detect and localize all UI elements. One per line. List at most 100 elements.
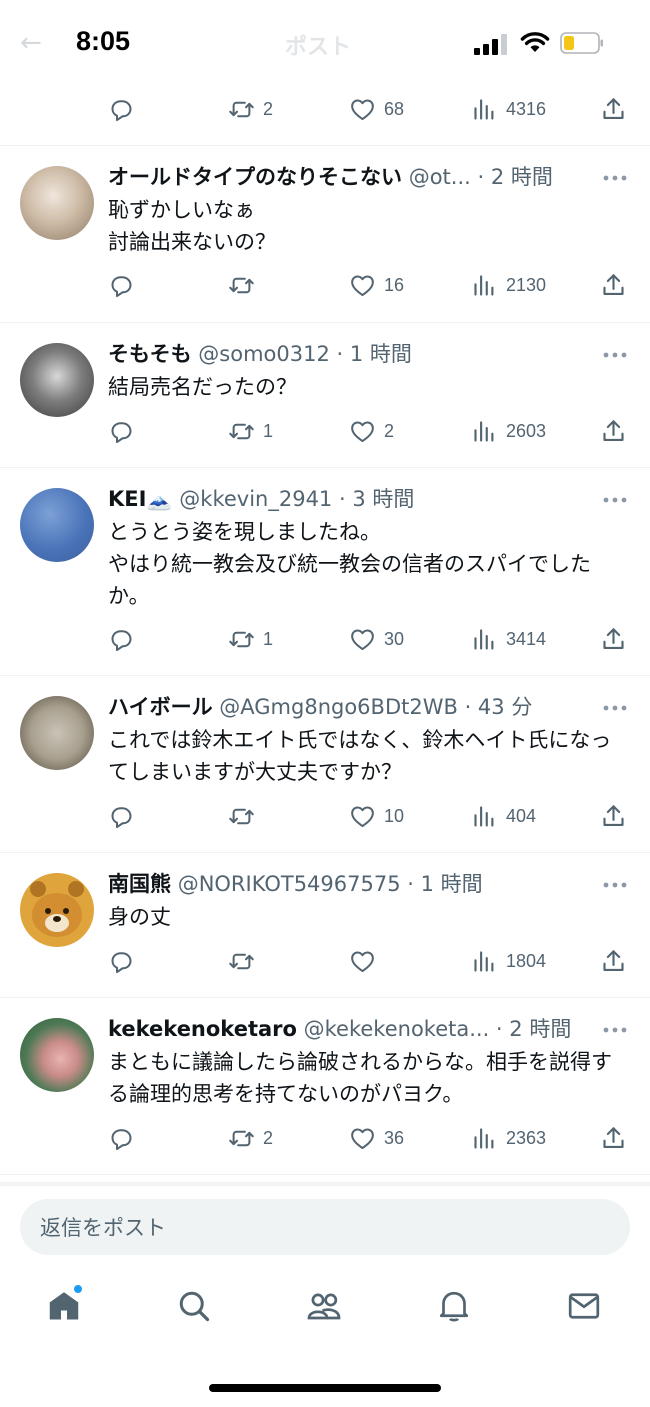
- views-button[interactable]: 3414: [471, 624, 546, 654]
- views-button[interactable]: 4316: [471, 94, 546, 124]
- views-button[interactable]: 2130: [471, 270, 546, 300]
- repost-count: 2: [263, 98, 274, 119]
- share-button[interactable]: [600, 946, 627, 976]
- repost-button[interactable]: 1: [228, 624, 273, 654]
- repost-button[interactable]: [228, 801, 263, 831]
- share-button[interactable]: [600, 1123, 627, 1153]
- like-button[interactable]: [349, 946, 384, 976]
- heart-icon: [349, 418, 376, 445]
- share-button[interactable]: [600, 270, 627, 300]
- avatar[interactable]: [20, 873, 94, 947]
- like-button[interactable]: 30: [349, 624, 404, 654]
- repost-button[interactable]: [228, 946, 263, 976]
- heart-icon: [349, 1125, 376, 1152]
- like-count: 30: [384, 628, 405, 649]
- reply-button[interactable]: [108, 624, 135, 654]
- views-button[interactable]: 2603: [471, 416, 546, 446]
- reply-button[interactable]: [108, 416, 135, 446]
- more-options-icon[interactable]: [602, 1025, 628, 1035]
- avatar[interactable]: [20, 166, 94, 240]
- share-button[interactable]: [600, 801, 627, 831]
- like-button[interactable]: 36: [349, 1123, 404, 1153]
- share-button[interactable]: [600, 94, 627, 124]
- reply-icon: [108, 272, 135, 299]
- like-button[interactable]: 68: [349, 94, 404, 124]
- repost-icon: [228, 272, 255, 299]
- share-button[interactable]: [600, 624, 627, 654]
- reply-tweet[interactable]: KEI🗻 @kkevin_2941 · 3 時間 とうとう姿を現しましたね。 や…: [0, 468, 650, 676]
- avatar[interactable]: [20, 343, 94, 417]
- views-button[interactable]: 404: [471, 801, 536, 831]
- share-icon: [600, 418, 627, 445]
- avatar[interactable]: [20, 488, 94, 562]
- more-options-icon[interactable]: [602, 880, 628, 890]
- reply-button[interactable]: [108, 801, 135, 831]
- more-options-icon[interactable]: [602, 173, 628, 183]
- heart-icon: [349, 948, 376, 975]
- display-name[interactable]: KEI🗻: [108, 487, 173, 511]
- tab-notifications[interactable]: [436, 1288, 476, 1328]
- like-count: 68: [384, 98, 405, 119]
- display-name[interactable]: そもそも: [108, 342, 192, 366]
- reply-input[interactable]: 返信をポスト: [20, 1199, 630, 1255]
- view-count: 404: [506, 805, 537, 826]
- search-icon: [179, 1291, 210, 1322]
- back-arrow-icon[interactable]: ←: [20, 28, 42, 58]
- tab-communities[interactable]: [306, 1288, 346, 1328]
- views-button[interactable]: 2363: [471, 1123, 546, 1153]
- tab-search[interactable]: [176, 1288, 216, 1328]
- views-chart-icon: [471, 96, 498, 123]
- repost-button[interactable]: 1: [228, 416, 273, 446]
- more-options-icon[interactable]: [602, 350, 628, 360]
- display-name[interactable]: ハイボール: [108, 695, 213, 719]
- avatar[interactable]: [20, 1018, 94, 1092]
- home-indicator[interactable]: [209, 1384, 441, 1392]
- divider: [0, 1182, 650, 1186]
- like-button[interactable]: 2: [349, 416, 394, 446]
- reply-tweet[interactable]: そもそも @somo0312 · 1 時間 結局売名だったの？ 1 2 2603: [0, 323, 650, 468]
- handle-and-time: @kekekenoketa... · 2 時間: [303, 1017, 572, 1041]
- like-button[interactable]: 16: [349, 270, 404, 300]
- repost-button[interactable]: [228, 270, 263, 300]
- repost-button[interactable]: 2: [228, 1123, 273, 1153]
- view-count: 2130: [506, 274, 547, 295]
- tab-messages[interactable]: [566, 1288, 606, 1328]
- reply-button[interactable]: [108, 946, 135, 976]
- display-name[interactable]: オールドタイプのなりそこない: [108, 165, 402, 189]
- reply-tweet[interactable]: kekekenoketaro @kekekenoketa... · 2 時間 ま…: [0, 998, 650, 1175]
- heart-icon: [349, 96, 376, 123]
- views-chart-icon: [471, 272, 498, 299]
- share-icon: [600, 948, 627, 975]
- reply-button[interactable]: [108, 94, 135, 124]
- tab-home[interactable]: [46, 1288, 86, 1328]
- views-button[interactable]: 1804: [471, 946, 546, 976]
- like-button[interactable]: 10: [349, 801, 404, 831]
- reply-icon: [108, 1125, 135, 1152]
- reply-tweet[interactable]: 南国熊 @NORIKOT54967575 · 1 時間 身の丈 1804: [0, 853, 650, 998]
- share-button[interactable]: [600, 416, 627, 446]
- avatar[interactable]: [20, 696, 94, 770]
- reply-icon: [108, 803, 135, 830]
- handle-and-time: @NORIKOT54967575 · 1 時間: [177, 872, 483, 896]
- reply-button[interactable]: [108, 1123, 135, 1153]
- display-name[interactable]: 南国熊: [108, 872, 171, 896]
- reply-button[interactable]: [108, 270, 135, 300]
- views-chart-icon: [471, 626, 498, 653]
- more-options-icon[interactable]: [602, 495, 628, 505]
- tweet-text: 恥ずかしいなぁ 討論出来ないの？: [108, 198, 276, 254]
- like-count: 16: [384, 274, 405, 295]
- repost-count: 1: [263, 628, 274, 649]
- like-count: 10: [384, 805, 405, 826]
- repost-icon: [228, 96, 255, 123]
- more-options-icon[interactable]: [602, 703, 628, 713]
- repost-icon: [228, 948, 255, 975]
- reply-tweet[interactable]: ハイボール @AGmg8ngo6BDt2WB · 43 分 これでは鈴木エイト氏…: [0, 676, 650, 853]
- reply-tweet[interactable]: オールドタイプのなりそこない @ot... · 2 時間 恥ずかしいなぁ 討論出…: [0, 146, 650, 323]
- heart-icon: [349, 626, 376, 653]
- reply-icon: [108, 418, 135, 445]
- reply-input-placeholder: 返信をポスト: [40, 1216, 166, 1240]
- view-count: 1804: [506, 950, 547, 971]
- display-name[interactable]: kekekenoketaro: [108, 1017, 297, 1041]
- tweet-text: まともに議論したら論破されるからな。相手を説得する論理的思考を持てないのがパヨク…: [108, 1050, 612, 1106]
- repost-button[interactable]: 2: [228, 94, 273, 124]
